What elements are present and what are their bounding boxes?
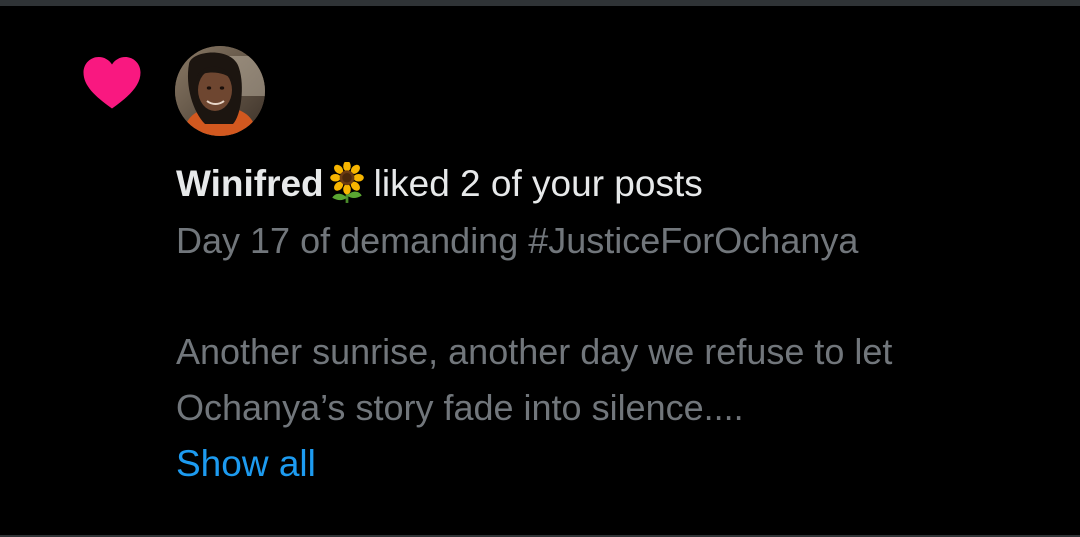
notification-card[interactable]: Winifred liked 2 of your posts Day 17 of…: [0, 0, 1080, 537]
action-text: liked 2 of your posts: [373, 163, 703, 204]
avatar[interactable]: [175, 46, 265, 136]
avatar-photo: [175, 46, 265, 136]
post-body-line: Ochanya’s story fade into silence....: [176, 387, 744, 428]
post-body: Another sunrise, another day we refuse t…: [176, 324, 1056, 436]
post-body-line: Another sunrise, another day we refuse t…: [176, 331, 893, 372]
notification-headline: Winifred liked 2 of your posts: [176, 158, 1056, 210]
show-all-link[interactable]: Show all: [176, 436, 316, 492]
post-title: Day 17 of demanding #JusticeForOchanya: [176, 220, 859, 261]
sunflower-icon: [329, 162, 364, 203]
username[interactable]: Winifred: [176, 163, 324, 204]
heart-icon: [83, 57, 141, 109]
notification-content: Winifred liked 2 of your posts Day 17 of…: [176, 158, 1056, 492]
